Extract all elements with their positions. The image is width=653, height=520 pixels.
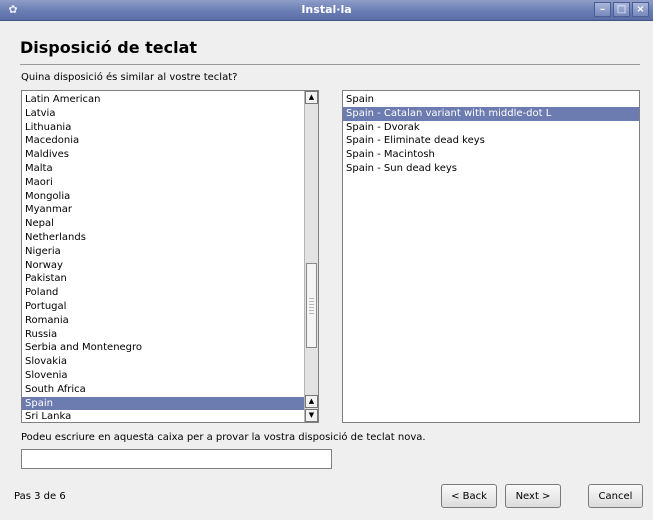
layout-item[interactable]: Russia [22, 328, 304, 342]
minimize-icon: – [600, 4, 605, 15]
step-indicator: Pas 3 de 6 [14, 491, 66, 502]
layout-item[interactable]: Malta [22, 162, 304, 176]
layout-list[interactable]: Latin American Latvia Lithuania Macedonia Ma… [21, 90, 319, 423]
layout-item[interactable]: Mongolia [22, 190, 304, 204]
close-button[interactable]: × [632, 2, 649, 17]
arrow-up-icon: ▲ [308, 93, 315, 101]
layout-item[interactable]: Slovakia [22, 355, 304, 369]
page-title: Disposició de teclat [20, 38, 198, 57]
layout-item[interactable]: Norway [22, 259, 304, 273]
grip-icon [309, 298, 314, 314]
layout-item[interactable]: Sri Lanka [22, 410, 304, 422]
layout-item[interactable]: Portugal [22, 300, 304, 314]
layout-question: Quina disposició és similar al vostre te… [21, 72, 238, 83]
scroll-up-button[interactable]: ▲ [305, 91, 318, 104]
layout-item[interactable]: Romania [22, 314, 304, 328]
layout-item[interactable]: Maori [22, 176, 304, 190]
variant-list[interactable]: Spain Spain - Catalan variant with middle… [342, 90, 640, 423]
window-controls: – □ × [594, 2, 649, 17]
keyboard-test-input[interactable] [21, 449, 332, 469]
test-hint: Podeu escriure en aquesta caixa per a pr… [21, 432, 426, 443]
variant-item[interactable]: Spain - Macintosh [343, 148, 639, 162]
scroll-down-button[interactable]: ▼ [305, 409, 318, 422]
layout-item[interactable]: South Africa [22, 383, 304, 397]
maximize-button[interactable]: □ [613, 2, 630, 17]
variant-item[interactable]: Spain - Sun dead keys [343, 162, 639, 176]
scroll-up-lower-button[interactable]: ▲ [305, 395, 318, 408]
layout-item[interactable]: Myanmar [22, 203, 304, 217]
layout-item[interactable]: Netherlands [22, 231, 304, 245]
variant-item[interactable]: Spain - Eliminate dead keys [343, 134, 639, 148]
variant-item[interactable]: Spain [343, 93, 639, 107]
back-button[interactable]: < Back [441, 484, 497, 508]
layout-item[interactable]: Serbia and Montenegro [22, 341, 304, 355]
layout-item[interactable]: Latin American [22, 93, 304, 107]
close-icon: × [636, 4, 645, 15]
layout-item[interactable]: Spain [22, 396, 304, 411]
layout-list-scrollbar[interactable]: ▲ ▲ ▼ [304, 91, 318, 422]
arrow-up-icon: ▲ [308, 397, 315, 405]
layout-item[interactable]: Lithuania [22, 121, 304, 135]
scroll-thumb[interactable] [306, 263, 317, 348]
layout-item[interactable]: Nigeria [22, 245, 304, 259]
window-title: Instal·la [301, 3, 352, 16]
layout-item[interactable]: Slovenia [22, 369, 304, 383]
layout-item[interactable]: Nepal [22, 217, 304, 231]
layout-item[interactable]: Maldives [22, 148, 304, 162]
layout-item[interactable]: Poland [22, 286, 304, 300]
variant-list-rows: Spain Spain - Catalan variant with middle… [343, 93, 639, 176]
minimize-button[interactable]: – [594, 2, 611, 17]
cancel-button[interactable]: Cancel [588, 484, 643, 508]
heading-divider [20, 64, 640, 65]
title-bar: ✿ Instal·la – □ × [0, 0, 653, 21]
maximize-icon: □ [616, 4, 627, 15]
layout-item[interactable]: Pakistan [22, 272, 304, 286]
layout-item[interactable]: Macedonia [22, 134, 304, 148]
variant-item[interactable]: Spain - Catalan variant with middle-dot … [343, 106, 639, 121]
layout-item[interactable]: Latvia [22, 107, 304, 121]
variant-item[interactable]: Spain - Dvorak [343, 121, 639, 135]
arrow-down-icon: ▼ [308, 411, 315, 419]
next-button[interactable]: Next > [505, 484, 561, 508]
layout-list-rows: Latin American Latvia Lithuania Macedonia Ma… [22, 93, 304, 422]
